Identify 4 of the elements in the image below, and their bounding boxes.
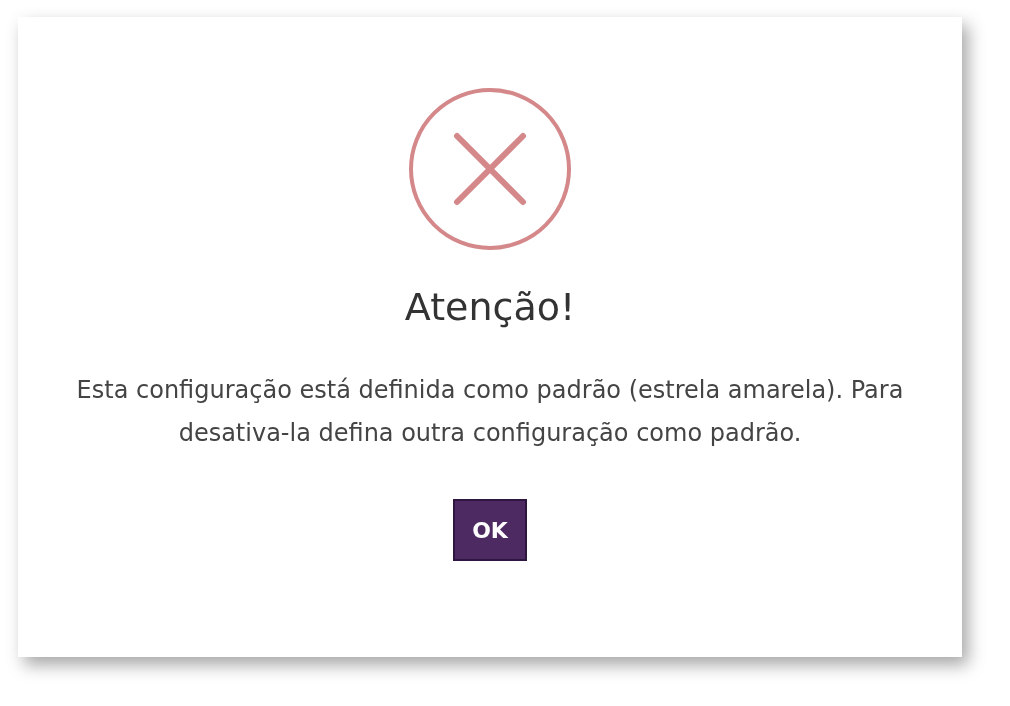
error-icon xyxy=(408,87,572,251)
dialog-title: Atenção! xyxy=(404,284,576,331)
ok-button[interactable]: OK xyxy=(453,499,527,561)
dialog-message: Esta configuração está definida como padrão (estrela amarela). Para desativa-la defina outra configuração como padrão. xyxy=(75,375,905,449)
